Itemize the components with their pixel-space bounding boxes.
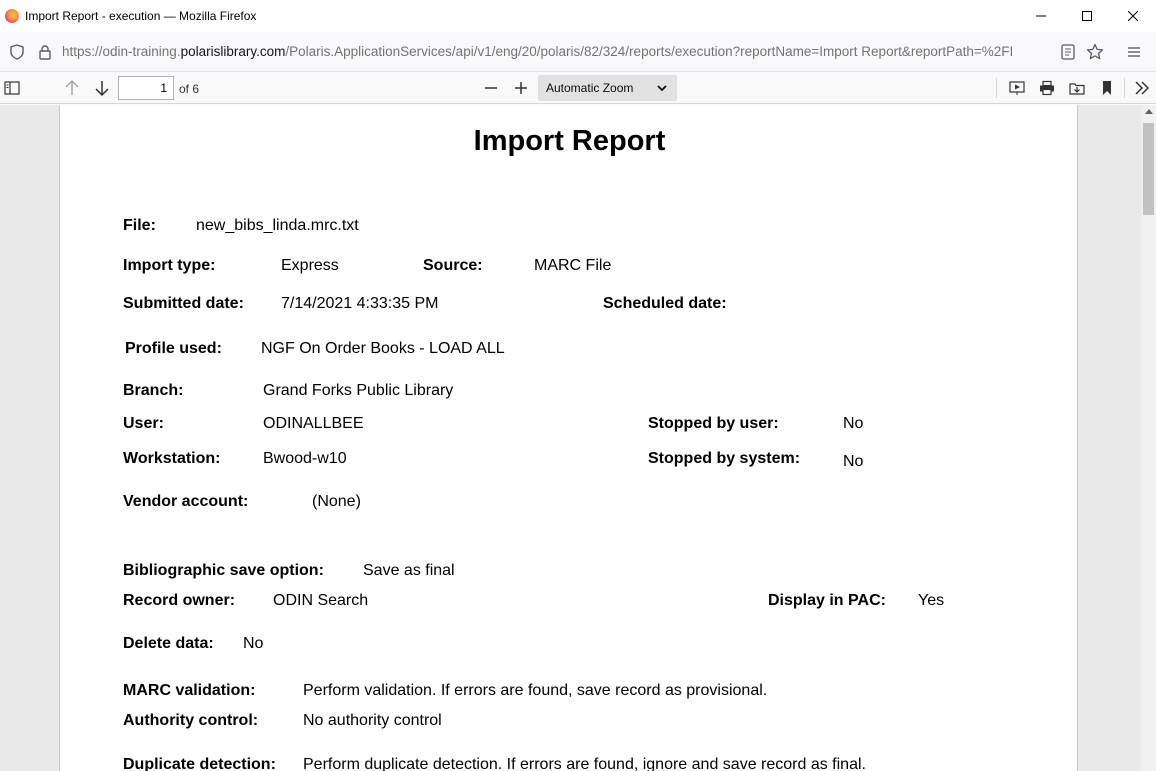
app-menu-icon[interactable] (1124, 42, 1144, 62)
vertical-scrollbar[interactable] (1141, 105, 1156, 771)
profile-used-value: NGF On Order Books - LOAD ALL (261, 340, 505, 357)
file-label: File: (123, 217, 156, 234)
submitted-date-label: Submitted date: (123, 295, 244, 312)
url-prefix: https://odin-training. (62, 44, 181, 59)
stopped-by-user-label: Stopped by user: (648, 415, 779, 432)
double-chevron-right-icon (1135, 81, 1150, 95)
zoom-select[interactable]: Automatic Zoom (538, 75, 677, 101)
bookmark-icon (1103, 81, 1111, 95)
pdf-page: Import Report File: new_bibs_linda.mrc.t… (59, 105, 1078, 771)
source-label: Source: (423, 257, 483, 274)
bib-save-option-label: Bibliographic save option: (123, 562, 324, 579)
print-icon (1040, 80, 1054, 96)
bookmark-button[interactable] (1095, 76, 1119, 100)
presentation-icon (1009, 81, 1025, 95)
import-type-label: Import type: (123, 257, 216, 274)
branch-label: Branch: (123, 382, 184, 399)
vendor-account-value: (None) (312, 493, 361, 510)
window-title: Import Report - execution — Mozilla Fire… (25, 9, 257, 23)
firefox-logo-icon (5, 9, 19, 23)
toolbar-separator (1124, 78, 1125, 98)
toolbar-separator (996, 78, 997, 98)
submitted-date-value: 7/14/2021 4:33:35 PM (281, 295, 439, 312)
delete-data-label: Delete data: (123, 635, 214, 652)
download-icon (1069, 83, 1085, 95)
record-owner-label: Record owner: (123, 592, 236, 609)
scrollbar-thumb[interactable] (1143, 123, 1154, 215)
authority-control-label: Authority control: (123, 712, 259, 729)
next-page-button[interactable] (90, 76, 114, 100)
plus-icon (515, 82, 527, 94)
import-type-value: Express (281, 257, 339, 274)
minus-icon (485, 87, 497, 89)
scheduled-date-label: Scheduled date: (603, 295, 727, 312)
branch-value: Grand Forks Public Library (263, 382, 454, 399)
pdf-viewer-container: Import Report File: new_bibs_linda.mrc.t… (0, 105, 1141, 771)
close-button[interactable] (1110, 0, 1156, 32)
print-button[interactable] (1035, 76, 1059, 100)
report-title: Import Report (473, 125, 666, 157)
arrow-down-icon (95, 81, 109, 97)
authority-control-value: No authority control (303, 712, 442, 729)
zoom-select-value: Automatic Zoom (546, 81, 634, 95)
profile-used-label: Profile used: (125, 340, 222, 357)
maximize-icon (1082, 11, 1092, 21)
url-field[interactable]: https://odin-training.polarislibrary.com… (62, 42, 1054, 62)
workstation-label: Workstation: (123, 450, 221, 467)
navigation-bar: https://odin-training.polarislibrary.com… (0, 32, 1156, 72)
display-in-pac-value: Yes (918, 592, 945, 609)
arrow-up-icon (65, 79, 79, 95)
sidebar-icon (4, 81, 20, 95)
chevron-down-icon (657, 75, 667, 101)
vendor-account-label: Vendor account: (123, 493, 249, 510)
url-host: polarislibrary.com (180, 44, 286, 59)
close-icon (1128, 11, 1138, 21)
zoom-out-button[interactable] (479, 76, 503, 100)
workstation-value: Bwood-w10 (263, 450, 347, 467)
file-value: new_bibs_linda.mrc.txt (196, 217, 359, 234)
previous-page-button[interactable] (60, 76, 84, 100)
tracking-protection-shield-icon[interactable] (7, 42, 27, 62)
minimize-button[interactable] (1018, 0, 1064, 32)
stopped-by-system-value: No (843, 453, 864, 470)
record-owner-value: ODIN Search (273, 592, 369, 609)
stopped-by-user-value: No (843, 415, 864, 432)
scroll-up-arrow-icon[interactable] (1145, 109, 1153, 114)
toggle-sidebar-button[interactable] (0, 76, 24, 100)
tools-button[interactable] (1130, 76, 1154, 100)
reader-view-icon[interactable] (1058, 42, 1078, 62)
duplicate-detection-label: Duplicate detection: (123, 756, 276, 771)
stopped-by-system-label: Stopped by system: (648, 450, 801, 467)
source-value: MARC File (534, 257, 612, 274)
duplicate-detection-value: Perform duplicate detection. If errors a… (303, 756, 866, 771)
lock-icon[interactable] (35, 42, 55, 62)
delete-data-value: No (243, 635, 264, 652)
bookmark-star-icon[interactable] (1085, 42, 1105, 62)
bib-save-option-value: Save as final (363, 562, 455, 579)
marc-validation-label: MARC validation: (123, 682, 256, 699)
user-label: User: (123, 415, 164, 432)
page-number-input[interactable] (118, 76, 174, 100)
save-button[interactable] (1065, 76, 1089, 100)
window-title-bar: Import Report - execution — Mozilla Fire… (0, 0, 1156, 32)
maximize-button[interactable] (1064, 0, 1110, 32)
display-in-pac-label: Display in PAC: (768, 592, 886, 609)
presentation-mode-button[interactable] (1005, 76, 1029, 100)
marc-validation-value: Perform validation. If errors are found,… (303, 682, 768, 699)
minimize-icon (1036, 15, 1046, 17)
zoom-in-button[interactable] (509, 76, 533, 100)
user-value: ODINALLBEE (263, 415, 364, 432)
url-path: /Polaris.ApplicationServices/api/v1/eng/… (285, 44, 1014, 59)
page-count: of 6 (179, 82, 200, 96)
